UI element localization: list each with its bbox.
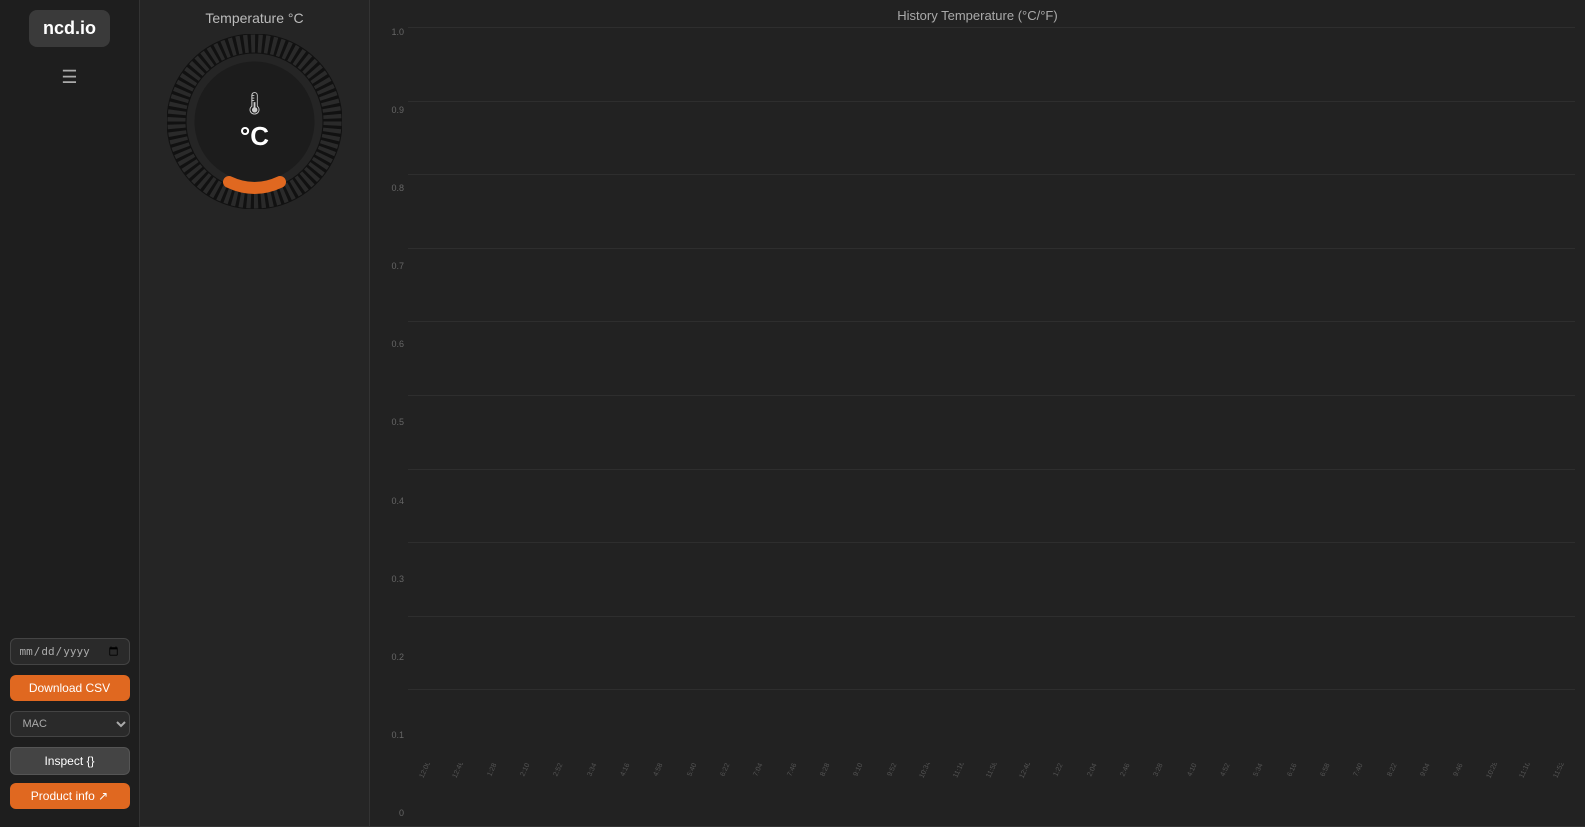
x-label-item: 7:04 AM [741,763,774,818]
x-label-item: 10:28 PM [1475,763,1508,818]
x-label-item: 12:46 AM [441,763,474,818]
x-label-item: 9:46 PM [1442,763,1475,818]
x-label-item: 1:28 AM [475,763,508,818]
x-label-item: 4:52 PM [1208,763,1241,818]
top-row: Temperature °C 🌡 °C [140,0,1585,827]
main-content: Temperature °C 🌡 °C [140,0,1585,827]
inspect-label: Inspect {} [44,754,94,768]
x-label-item: 9:04 PM [1408,763,1441,818]
x-label-item: 11:58 AM [975,763,1008,818]
x-label-item: 11:10 PM [1508,763,1541,818]
x-label-item: 2:46 PM [1108,763,1141,818]
history-temp-y-axis: 1.0 0.9 0.8 0.7 0.6 0.5 0.4 0.3 0.2 0.1 … [380,27,408,818]
product-info-label: Product info ↗ [31,789,108,803]
x-label-item: 3:28 PM [1142,763,1175,818]
sidebar: ncd.io ☰ Download CSV MAC Inspect {} Pro… [0,0,140,827]
x-label-item: 5:34 PM [1242,763,1275,818]
download-csv-button[interactable]: Download CSV [10,675,130,701]
x-label-item: 6:16 PM [1275,763,1308,818]
history-temp-title: History Temperature (°C/°F) [380,8,1575,23]
temp-c-panel: Temperature °C 🌡 °C [140,0,370,826]
x-label-item: 10:34 AM [908,763,941,818]
x-label-item: 2:10 AM [508,763,541,818]
product-info-button[interactable]: Product info ↗ [10,783,130,809]
grid-line [408,27,1575,28]
history-temp-panel: History Temperature (°C/°F) 1.0 0.9 0.8 … [370,0,1585,826]
x-label-item: 11:52 PM [1542,763,1575,818]
x-label-item: 9:10 AM [841,763,874,818]
x-label-item: 6:58 PM [1308,763,1341,818]
history-temp-grid-container: 12:00 AM 12:46 AM 1:28 AM 2:10 AM 2:52 A… [408,27,1575,818]
temp-c-title: Temperature °C [205,10,303,26]
menu-icon[interactable]: ☰ [61,67,77,88]
x-label-item: 4:16 AM [608,763,641,818]
history-temp-x-labels: 12:00 AM 12:46 AM 1:28 AM 2:10 AM 2:52 A… [408,763,1575,818]
mac-select[interactable]: MAC [10,711,130,737]
grid-line [408,248,1575,249]
x-label-item: 12:00 AM [408,763,441,818]
date-input-group [10,638,130,665]
grid-line [408,321,1575,322]
x-label-item: 5:40 AM [675,763,708,818]
x-label-item: 3:34 AM [575,763,608,818]
x-label-item: 2:52 AM [541,763,574,818]
grid-line [408,101,1575,102]
x-label-item: 1:22 PM [1042,763,1075,818]
date-input[interactable] [10,638,130,665]
grid-line [408,174,1575,175]
x-label-item: 7:40 PM [1342,763,1375,818]
x-label-item: 4:10 PM [1175,763,1208,818]
history-temp-chart-area: 1.0 0.9 0.8 0.7 0.6 0.5 0.4 0.3 0.2 0.1 … [380,27,1575,818]
x-label-item: 6:22 AM [708,763,741,818]
grid-line [408,395,1575,396]
inspect-button[interactable]: Inspect {} [10,747,130,775]
x-label-item: 4:58 AM [641,763,674,818]
logo: ncd.io [29,10,110,47]
x-label-item: 7:46 AM [775,763,808,818]
history-temp-grid [408,27,1575,763]
x-label-item: 8:28 AM [808,763,841,818]
x-label-item: 9:52 AM [875,763,908,818]
logo-text: ncd.io [43,18,96,38]
grid-line [408,542,1575,543]
temp-c-gauge: 🌡 °C [167,34,342,209]
x-label-item: 12:40 PM [1008,763,1041,818]
x-label-item: 11:16 AM [942,763,975,818]
x-label-item: 2:04 PM [1075,763,1108,818]
grid-line [408,469,1575,470]
grid-line [408,616,1575,617]
grid-line [408,689,1575,690]
x-label-item: 8:22 PM [1375,763,1408,818]
